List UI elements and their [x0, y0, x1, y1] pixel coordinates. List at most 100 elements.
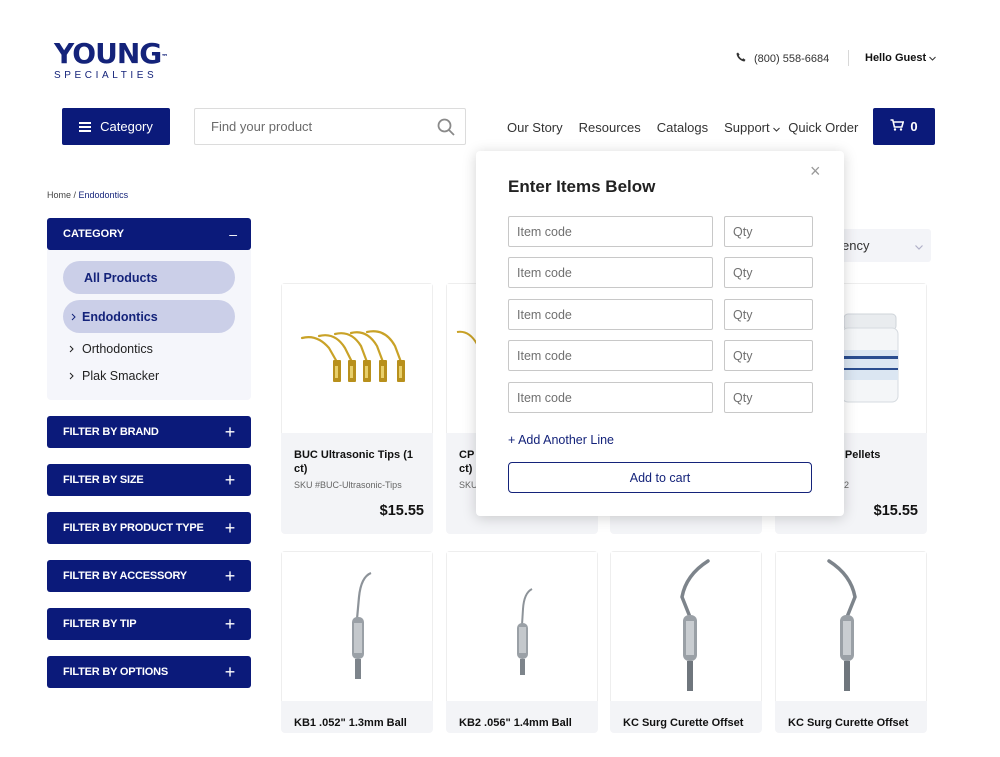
logo-subtitle: SPECIALTIES — [54, 70, 158, 81]
phone-number: (800) 558-6684 — [754, 52, 830, 65]
surgical-curette-image — [680, 558, 710, 691]
product-image[interactable] — [446, 551, 598, 701]
item-row — [508, 216, 813, 247]
item-code-input[interactable] — [508, 299, 713, 330]
filter-tip-label: FILTER BY TIP — [63, 618, 137, 630]
product-sku: SKU — [459, 480, 478, 490]
qty-input[interactable] — [724, 216, 813, 247]
plus-icon: + — [224, 613, 236, 634]
filter-tip[interactable]: FILTER BY TIP + — [47, 608, 251, 640]
item-code-input[interactable] — [508, 216, 713, 247]
search-bar — [194, 108, 466, 145]
plus-icon: + — [224, 469, 236, 490]
category-accordion-header[interactable]: CATEGORY – — [47, 218, 251, 250]
product-name[interactable]: KC Surg Curette Offset — [788, 716, 918, 730]
category-title: CATEGORY — [63, 228, 125, 240]
cart-button[interactable]: 0 — [873, 108, 935, 145]
qty-input[interactable] — [724, 257, 813, 288]
nav-catalogs[interactable]: Catalogs — [657, 120, 708, 135]
product-name[interactable]: KC Surg Curette Offset — [623, 716, 753, 730]
plus-icon: + — [224, 421, 236, 442]
collapse-icon: – — [229, 226, 237, 242]
product-name[interactable]: BUC Ultrasonic Tips (1 ct) — [294, 448, 424, 476]
filter-product-type-label: FILTER BY PRODUCT TYPE — [63, 522, 204, 534]
filter-accessory[interactable]: FILTER BY ACCESSORY + — [47, 560, 251, 592]
filter-accessory-label: FILTER BY ACCESSORY — [63, 570, 187, 582]
product-image[interactable] — [610, 551, 762, 701]
item-row — [508, 257, 813, 288]
logo[interactable]: YOUNG™ SPECIALTIES — [54, 37, 168, 82]
breadcrumb-home[interactable]: Home — [47, 190, 71, 200]
plus-icon: + — [224, 517, 236, 538]
filter-brand-label: FILTER BY BRAND — [63, 426, 159, 438]
product-name[interactable]: KB2 .056" 1.4mm Ball — [459, 716, 589, 730]
close-icon[interactable]: × — [810, 161, 821, 182]
account-menu[interactable]: Hello Guest — [865, 52, 937, 64]
logo-wordmark: YOUNG™ — [54, 37, 168, 70]
nav-resources[interactable]: Resources — [579, 120, 641, 135]
product-card[interactable]: KC Surg Curette Offset — [610, 551, 762, 733]
filter-product-type[interactable]: FILTER BY PRODUCT TYPE + — [47, 512, 251, 544]
ball-burnisher-image — [352, 571, 372, 679]
filter-brand[interactable]: FILTER BY BRAND + — [47, 416, 251, 448]
item-row — [508, 299, 813, 330]
category-plak-smacker-label: Plak Smacker — [82, 369, 160, 383]
filter-options[interactable]: FILTER BY OPTIONS + — [47, 656, 251, 688]
add-another-line-link[interactable]: + Add Another Line — [508, 433, 614, 447]
add-to-cart-button[interactable]: Add to cart — [508, 462, 812, 493]
plus-icon: + — [224, 565, 236, 586]
menu-icon — [79, 121, 92, 132]
breadcrumb-current: Endodontics — [78, 190, 129, 200]
item-code-input[interactable] — [508, 340, 713, 371]
product-image[interactable] — [281, 551, 433, 701]
product-sku: SKU #BUC-Ultrasonic-Tips — [294, 480, 402, 490]
nav-support[interactable]: Support — [724, 120, 781, 135]
category-panel: All Products Endodontics Orthodontics Pl… — [47, 250, 251, 400]
phone-link[interactable]: (800) 558-6684 — [736, 52, 829, 65]
nav-quick-order[interactable]: Quick Order — [788, 120, 858, 135]
product-card[interactable]: KB2 .056" 1.4mm Ball — [446, 551, 598, 733]
item-row — [508, 340, 813, 371]
product-image[interactable] — [775, 551, 927, 701]
filter-options-label: FILTER BY OPTIONS — [63, 666, 168, 678]
category-button[interactable]: Category — [62, 108, 170, 145]
product-card[interactable]: KC Surg Curette Offset — [775, 551, 927, 733]
filter-size[interactable]: FILTER BY SIZE + — [47, 464, 251, 496]
chevron-down-icon — [773, 120, 781, 135]
chevron-right-icon — [69, 369, 74, 383]
nav-our-story[interactable]: Our Story — [507, 120, 563, 135]
cart-icon — [890, 119, 905, 134]
category-all-products[interactable]: All Products — [63, 261, 235, 294]
ultrasonic-tips-image — [300, 329, 405, 382]
product-image[interactable] — [281, 283, 433, 433]
item-code-input[interactable] — [508, 382, 713, 413]
plus-icon: + — [224, 661, 236, 682]
account-label: Hello Guest — [865, 52, 927, 64]
search-input[interactable] — [195, 109, 415, 144]
product-card[interactable]: KB1 .052" 1.3mm Ball — [281, 551, 433, 733]
product-card[interactable]: BUC Ultrasonic Tips (1 ct) SKU #BUC-Ultr… — [281, 283, 433, 534]
surgical-curette-image — [827, 558, 857, 691]
filter-size-label: FILTER BY SIZE — [63, 474, 144, 486]
ball-burnisher-image — [517, 587, 533, 675]
main-nav: Our Story Resources Catalogs Support Qui… — [507, 120, 858, 135]
product-price: $15.55 — [379, 503, 424, 519]
modal-title: Enter Items Below — [508, 177, 656, 196]
item-code-input[interactable] — [508, 257, 713, 288]
search-icon[interactable] — [437, 118, 455, 141]
qty-input[interactable] — [724, 340, 813, 371]
header-divider — [848, 50, 849, 66]
category-endodontics[interactable]: Endodontics — [63, 300, 235, 333]
quick-order-modal: Enter Items Below × + Add Another Line A… — [476, 151, 844, 516]
chevron-right-icon — [69, 342, 74, 356]
category-orthodontics-label: Orthodontics — [82, 342, 153, 356]
qty-input[interactable] — [724, 382, 813, 413]
breadcrumb: Home / Endodontics — [47, 190, 129, 200]
item-row — [508, 382, 813, 413]
qty-input[interactable] — [724, 299, 813, 330]
phone-icon — [736, 52, 746, 65]
category-plak-smacker[interactable]: Plak Smacker — [69, 369, 159, 383]
product-name[interactable]: KB1 .052" 1.3mm Ball — [294, 716, 424, 730]
chevron-right-icon — [71, 310, 76, 324]
category-orthodontics[interactable]: Orthodontics — [69, 342, 153, 356]
